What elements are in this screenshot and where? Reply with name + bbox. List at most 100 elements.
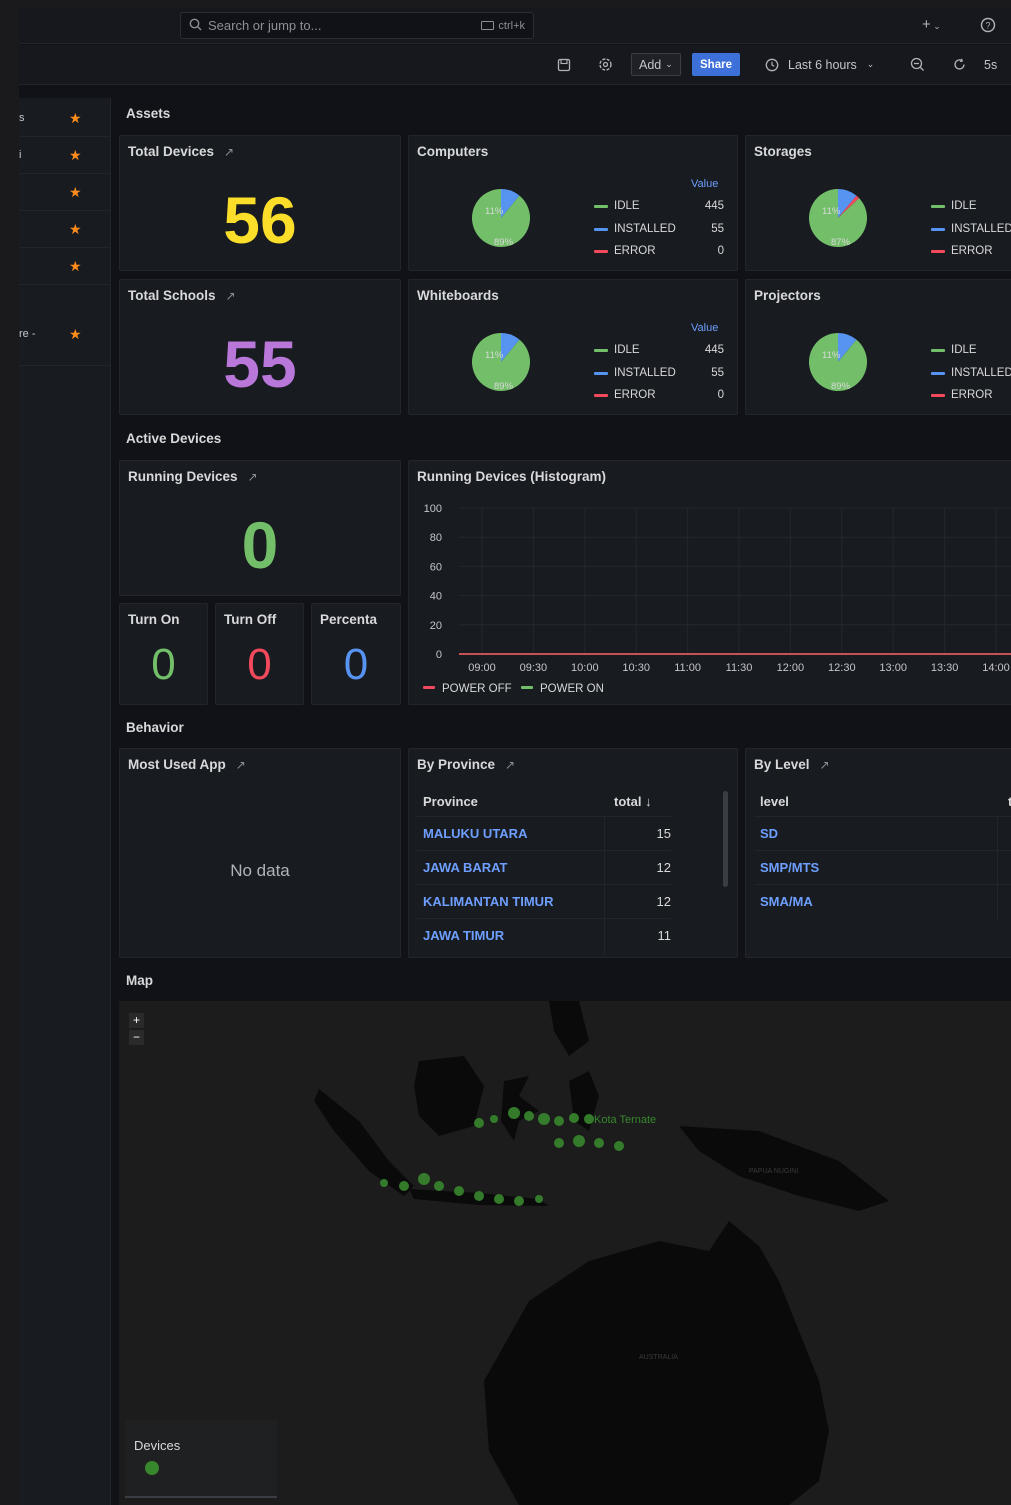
add-button[interactable]: Add ⌄ bbox=[631, 53, 681, 76]
star-icon[interactable]: ★ bbox=[69, 326, 82, 343]
panel-most-used-app: Most Used App ↗ No data bbox=[119, 748, 401, 958]
refresh-icon[interactable] bbox=[952, 53, 967, 76]
external-link-icon[interactable]: ↗ bbox=[236, 758, 246, 772]
legend-item-idle[interactable]: IDLE bbox=[931, 344, 977, 356]
external-link-icon[interactable]: ↗ bbox=[820, 758, 830, 772]
star-icon[interactable]: ★ bbox=[69, 147, 82, 164]
external-link-icon[interactable]: ↗ bbox=[224, 145, 234, 159]
refresh-interval-label: 5s bbox=[984, 57, 998, 72]
table-row[interactable]: MALUKU UTARA 15 bbox=[417, 816, 671, 850]
stat-value: 0 bbox=[247, 640, 272, 689]
pie-label-large: 87% bbox=[831, 237, 851, 248]
section-title-behavior: Behavior bbox=[126, 720, 184, 735]
legend-item-idle[interactable]: IDLE 445 bbox=[594, 344, 724, 356]
y-tick-label: 80 bbox=[430, 532, 442, 544]
table-row[interactable]: KALIMANTAN TIMUR 12 bbox=[417, 884, 671, 918]
panel-title-text: Total Devices bbox=[128, 144, 215, 159]
time-range-picker[interactable]: Last 6 hours ⌄ bbox=[765, 53, 874, 76]
legend-item-installed[interactable]: INSTALLED bbox=[931, 223, 1011, 235]
plus-icon: + bbox=[922, 16, 931, 33]
legend-item-idle[interactable]: IDLE bbox=[931, 200, 977, 212]
histogram-chart[interactable]: 100 80 60 40 20 0 09:00 09:30 10:00 10:30 11:00 11:… bbox=[409, 461, 1011, 706]
stat-value: 55 bbox=[223, 327, 297, 401]
dashboard-toolbar: Add ⌄ Share Last 6 hours ⌄ 5s bbox=[19, 45, 1011, 85]
legend-label[interactable]: POWER OFF bbox=[442, 683, 512, 695]
sidebar-item[interactable]: i ★ bbox=[19, 137, 111, 174]
sidebar-item[interactable]: s ★ bbox=[19, 100, 111, 137]
stat-value: 0 bbox=[241, 508, 279, 582]
star-icon[interactable]: ★ bbox=[69, 110, 82, 127]
legend-label[interactable]: POWER ON bbox=[540, 683, 604, 695]
legend-item-error[interactable]: ERROR bbox=[931, 389, 993, 401]
panel-projectors: Projectors 11% 89% IDLE INSTALLED ERROR bbox=[745, 279, 1011, 415]
column-header-level[interactable]: level bbox=[760, 794, 789, 809]
sidebar-item[interactable]: ★ bbox=[19, 174, 111, 211]
table-row[interactable]: SMA/MA bbox=[754, 884, 1011, 918]
legend-item-installed[interactable]: INSTALLED bbox=[931, 367, 1011, 379]
legend-label: IDLE bbox=[951, 200, 977, 212]
share-button[interactable]: Share bbox=[692, 53, 740, 76]
legend-swatch[interactable] bbox=[521, 686, 533, 689]
level-link[interactable]: SD bbox=[760, 826, 778, 841]
star-icon[interactable]: ★ bbox=[69, 258, 82, 275]
panel-total-schools: Total Schools ↗ 55 bbox=[119, 279, 401, 415]
legend-label: IDLE bbox=[614, 344, 640, 356]
stat-value: 56 bbox=[223, 183, 297, 257]
landmass-australia bbox=[484, 1221, 829, 1505]
province-link[interactable]: JAWA TIMUR bbox=[423, 928, 504, 943]
scrollbar[interactable] bbox=[723, 791, 728, 887]
sidebar-item[interactable]: ★ bbox=[19, 248, 111, 285]
search-placeholder: Search or jump to... bbox=[208, 18, 322, 33]
panel-title-text: Projectors bbox=[754, 288, 821, 303]
search-input[interactable]: Search or jump to... ctrl+k bbox=[180, 12, 534, 39]
sidebar-item[interactable]: re - ★ bbox=[19, 306, 111, 366]
zoom-out-icon[interactable] bbox=[910, 53, 925, 76]
time-range-label: Last 6 hours bbox=[788, 57, 857, 72]
legend-label: INSTALLED bbox=[614, 223, 676, 235]
province-link[interactable]: MALUKU UTARA bbox=[423, 826, 527, 841]
map-zoom-in-button[interactable]: + bbox=[129, 1013, 144, 1028]
refresh-interval-picker[interactable]: 5s bbox=[984, 53, 997, 76]
column-header-province[interactable]: Province bbox=[423, 794, 478, 809]
section-title-map: Map bbox=[126, 973, 153, 988]
level-link[interactable]: SMP/MTS bbox=[760, 860, 819, 875]
panel-title: Projectors bbox=[754, 288, 821, 303]
legend-item-error[interactable]: ERROR 0 bbox=[594, 389, 724, 401]
table-row[interactable]: JAWA TIMUR 11 bbox=[417, 918, 671, 952]
star-icon[interactable]: ★ bbox=[69, 221, 82, 238]
legend-label: ERROR bbox=[951, 389, 993, 401]
legend-item-error[interactable]: ERROR bbox=[931, 245, 993, 257]
panel-title: Percenta bbox=[320, 612, 377, 627]
plus-menu-button[interactable]: + ⌄ bbox=[922, 16, 941, 33]
legend-item-installed[interactable]: INSTALLED 55 bbox=[594, 223, 724, 235]
legend-item-error[interactable]: ERROR 0 bbox=[594, 245, 724, 257]
external-link-icon[interactable]: ↗ bbox=[248, 470, 258, 484]
column-header-total[interactable]: total ↓ bbox=[614, 794, 652, 809]
table-row[interactable]: JAWA BARAT 12 bbox=[417, 850, 671, 884]
x-tick-label: 09:00 bbox=[468, 662, 496, 674]
external-link-icon[interactable]: ↗ bbox=[226, 289, 236, 303]
settings-gear-icon[interactable] bbox=[598, 53, 613, 76]
legend-item-installed[interactable]: INSTALLED 55 bbox=[594, 367, 724, 379]
legend-item-idle[interactable]: IDLE 445 bbox=[594, 200, 724, 212]
table-row[interactable]: SMP/MTS bbox=[754, 850, 1011, 884]
panel-title: Most Used App ↗ bbox=[128, 757, 246, 772]
column-divider bbox=[997, 816, 998, 920]
panel-title: By Level ↗ bbox=[754, 757, 830, 772]
external-link-icon[interactable]: ↗ bbox=[505, 758, 515, 772]
level-link[interactable]: SMA/MA bbox=[760, 894, 813, 909]
save-icon[interactable] bbox=[557, 53, 571, 76]
province-link[interactable]: JAWA BARAT bbox=[423, 860, 508, 875]
panel-title: By Province ↗ bbox=[417, 757, 515, 772]
star-icon[interactable]: ★ bbox=[69, 184, 82, 201]
help-icon[interactable]: ? bbox=[980, 17, 996, 37]
province-link[interactable]: KALIMANTAN TIMUR bbox=[423, 894, 553, 909]
legend-swatch[interactable] bbox=[423, 686, 435, 689]
panel-whiteboards: Whiteboards 11% 89% Value IDLE 445 INSTAL… bbox=[408, 279, 738, 415]
table-row[interactable]: SD bbox=[754, 816, 1011, 850]
keyboard-shortcut: ctrl+k bbox=[481, 20, 525, 32]
dashboard-app: Search or jump to... ctrl+k + ⌄ ? Add ⌄ S… bbox=[19, 8, 1011, 1505]
panel-title-text: Percenta bbox=[320, 612, 378, 627]
map-zoom-out-button[interactable]: − bbox=[129, 1030, 144, 1045]
sidebar-item[interactable]: ★ bbox=[19, 211, 111, 248]
